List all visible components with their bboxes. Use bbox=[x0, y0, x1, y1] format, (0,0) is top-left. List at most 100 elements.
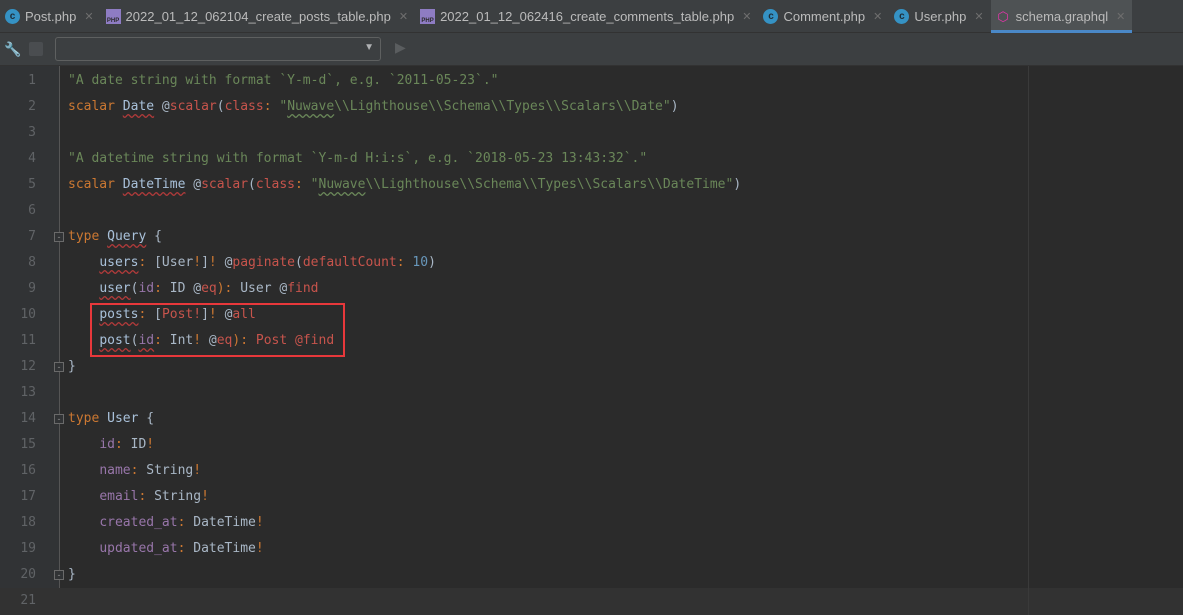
code-token: @ bbox=[154, 99, 170, 114]
toggle-checkbox[interactable] bbox=[29, 42, 43, 56]
tab-1[interactable]: PHP 2022_01_12_062104_create_posts_table.… bbox=[101, 0, 416, 33]
line-number: 3 bbox=[28, 125, 36, 140]
line-number: 18 bbox=[20, 515, 36, 530]
line-number: 1 bbox=[28, 73, 36, 88]
code-token: { bbox=[146, 229, 162, 244]
tab-4[interactable]: c User.php ✕ bbox=[889, 0, 990, 33]
code-token: " bbox=[279, 99, 288, 114]
toolbar: 🔧 ▼ ▶ bbox=[0, 33, 1183, 66]
code-token: : bbox=[154, 281, 170, 296]
fold-icon[interactable]: - bbox=[54, 570, 64, 580]
code-token: ) bbox=[733, 177, 742, 192]
code-token: users bbox=[99, 255, 139, 270]
code-line: name: String! bbox=[68, 458, 201, 484]
code-token: paginate bbox=[232, 255, 296, 270]
code-line: type Query { bbox=[68, 224, 162, 250]
line-number: 2 bbox=[28, 99, 36, 114]
chevron-down-icon[interactable]: ▼ bbox=[364, 42, 374, 53]
tab-3[interactable]: c Comment.php ✕ bbox=[758, 0, 889, 33]
tab-label: Comment.php bbox=[783, 9, 866, 24]
code-token: id bbox=[138, 281, 155, 296]
code-token: : bbox=[177, 515, 194, 530]
wrench-icon[interactable]: 🔧 bbox=[4, 41, 21, 58]
endpoint-combobox[interactable]: ▼ bbox=[55, 37, 381, 61]
class-icon: c bbox=[763, 9, 779, 24]
code-token: eq bbox=[201, 281, 217, 296]
line-number: 9 bbox=[28, 281, 36, 296]
fold-icon[interactable]: - bbox=[54, 362, 64, 372]
code-token: scalar bbox=[169, 99, 217, 114]
line-number: 16 bbox=[20, 463, 36, 478]
code-token: ! bbox=[255, 515, 264, 530]
code-token: Date bbox=[122, 99, 155, 114]
line-number: 5 bbox=[28, 177, 36, 192]
current-line-highlight bbox=[0, 588, 1183, 615]
code-token: { bbox=[138, 411, 155, 426]
php-file-icon: PHP bbox=[105, 9, 121, 24]
code-token: scalar bbox=[201, 177, 249, 192]
close-icon[interactable]: ✕ bbox=[1116, 10, 1125, 23]
code-token: DateTime bbox=[193, 541, 256, 556]
code-line: "A datetime string with format `Y-m-d H:… bbox=[68, 146, 647, 172]
tab-label: 2022_01_12_062104_create_posts_table.php bbox=[125, 9, 391, 24]
code-token: ): bbox=[216, 281, 241, 296]
code-token: ] bbox=[201, 255, 209, 270]
code-token: String bbox=[154, 489, 202, 504]
code-token: [User bbox=[154, 255, 194, 270]
code-token: \\Lighthouse\\Schema\\Types\\Scalars\\Da… bbox=[365, 177, 734, 192]
fold-icon[interactable]: - bbox=[54, 232, 64, 242]
class-icon: c bbox=[5, 9, 20, 24]
tab-0[interactable]: c Post.php ✕ bbox=[0, 0, 101, 33]
line-number: 20 bbox=[20, 567, 36, 582]
line-number: 17 bbox=[20, 489, 36, 504]
php-file-icon: PHP bbox=[420, 9, 436, 24]
tab-label: Post.php bbox=[25, 9, 77, 24]
tab-label: User.php bbox=[914, 9, 967, 24]
code-token: user bbox=[99, 281, 131, 296]
code-line: users: [User!]! @paginate(defaultCount: … bbox=[68, 250, 436, 276]
code-token: ( bbox=[216, 99, 225, 114]
close-icon[interactable]: ✕ bbox=[84, 10, 93, 23]
code-token: ! bbox=[208, 255, 225, 270]
code-token: class bbox=[224, 99, 264, 114]
close-icon[interactable]: ✕ bbox=[974, 10, 983, 23]
code-token: : bbox=[114, 437, 131, 452]
close-icon[interactable]: ✕ bbox=[873, 10, 882, 23]
line-number: 10 bbox=[20, 307, 36, 322]
code-line: created_at: DateTime! bbox=[68, 510, 264, 536]
code-token: String bbox=[146, 463, 194, 478]
run-icon[interactable]: ▶ bbox=[395, 39, 406, 56]
code-token: ! bbox=[193, 463, 202, 478]
code-token: ( bbox=[295, 255, 303, 270]
tab-5[interactable]: ⬡ schema.graphql ✕ bbox=[990, 0, 1133, 33]
code-token: scalar bbox=[68, 99, 115, 114]
code-line: id: ID! bbox=[68, 432, 154, 458]
code-token: : bbox=[295, 177, 311, 192]
fold-icon[interactable]: - bbox=[54, 414, 64, 424]
code-token: } bbox=[68, 567, 76, 582]
code-token: "A date string with format `Y-m-d`, e.g.… bbox=[68, 73, 499, 88]
code-token: id bbox=[99, 437, 115, 452]
code-token: User @ bbox=[240, 281, 288, 296]
code-token: ) bbox=[670, 99, 679, 114]
code-line: scalar DateTime @scalar(class: "Nuwave\\… bbox=[68, 172, 741, 198]
close-icon[interactable]: ✕ bbox=[742, 10, 751, 23]
code-token: Nuwave bbox=[287, 99, 335, 114]
close-icon[interactable]: ✕ bbox=[399, 10, 408, 23]
code-token: updated_at bbox=[99, 541, 178, 556]
code-line: updated_at: DateTime! bbox=[68, 536, 263, 562]
tab-label: 2022_01_12_062416_create_comments_table.… bbox=[440, 9, 735, 24]
graphql-icon: ⬡ bbox=[997, 8, 1009, 24]
tab-2[interactable]: PHP 2022_01_12_062416_create_comments_tab… bbox=[415, 0, 758, 33]
right-margin-guide bbox=[1028, 66, 1029, 615]
line-number: 13 bbox=[20, 385, 36, 400]
